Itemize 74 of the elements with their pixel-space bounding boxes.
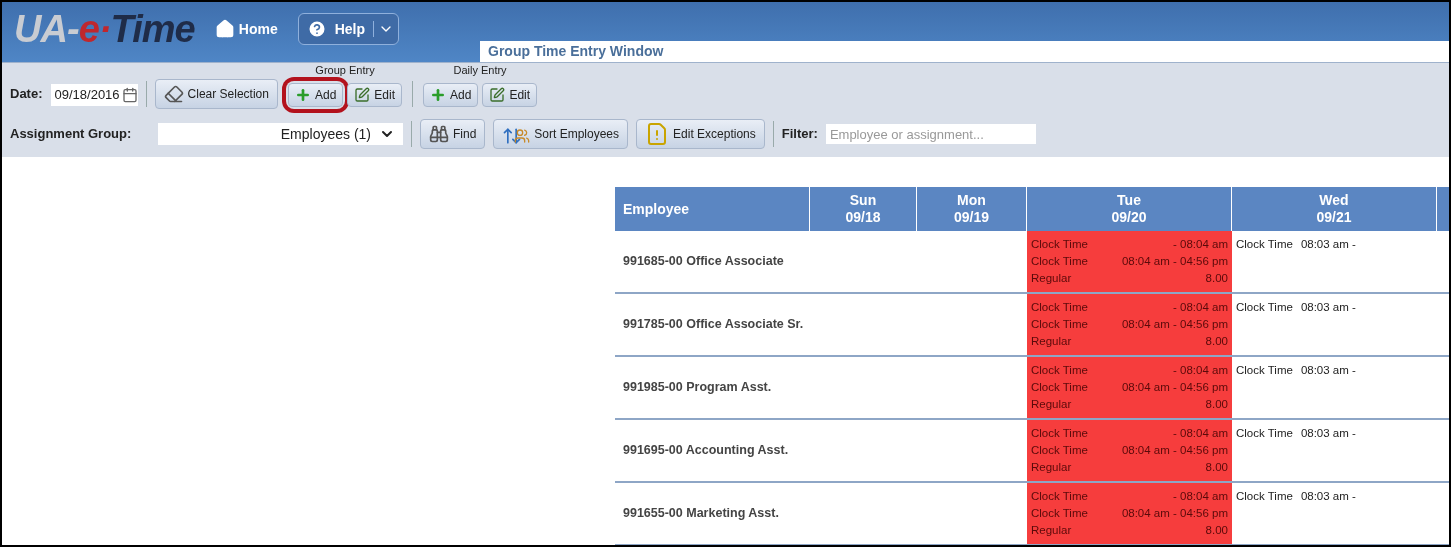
entry-label: Regular: [1031, 523, 1072, 538]
home-link[interactable]: Home: [214, 18, 278, 40]
entry-label: Clock Time: [1236, 300, 1293, 315]
entry-label: Clock Time: [1236, 363, 1293, 378]
entry-value: - 08:04 am: [1173, 489, 1228, 504]
entry-label: Regular: [1031, 334, 1072, 349]
entry-label: Clock Time: [1031, 506, 1088, 521]
home-icon: [214, 19, 235, 39]
entry-label: Clock Time: [1031, 237, 1088, 252]
group-label: Daily Entry: [453, 65, 507, 76]
entry-label: Clock Time: [1236, 426, 1293, 441]
find-button[interactable]: Find: [420, 119, 486, 149]
entry-value: 08:03 am -: [1300, 426, 1356, 441]
entry-label: Clock Time: [1031, 317, 1088, 332]
add-button[interactable]: Add: [423, 83, 479, 107]
entry-value: 08:04 am - 04:56 pm: [1121, 506, 1228, 521]
entry-label: Clock Time: [1236, 489, 1293, 504]
plus-icon: [430, 87, 446, 103]
entry-label: Regular: [1031, 271, 1072, 286]
entry-value: 08:03 am -: [1300, 489, 1356, 504]
group-label: Group Entry: [315, 65, 375, 76]
entry-value: 8.00: [1205, 523, 1228, 538]
sort-button[interactable]: Sort Employees: [493, 119, 629, 149]
add-button[interactable]: Add: [287, 83, 344, 107]
entry-value: - 08:04 am: [1173, 237, 1228, 252]
edit-button[interactable]: Edit: [347, 83, 402, 107]
exceptions-button[interactable]: Edit Exceptions: [636, 119, 765, 149]
column-header: Employee: [615, 187, 810, 231]
date-field[interactable]: 09/18/2016: [50, 84, 138, 106]
entry-label: Clock Time: [1031, 363, 1088, 378]
entry-value: 8.00: [1205, 460, 1228, 475]
calendar-icon: [121, 87, 138, 103]
assignment-group-label: Assignment Group:: [10, 125, 133, 144]
entry-value: 08:03 am -: [1300, 363, 1356, 378]
entry-value: - 08:04 am: [1173, 300, 1228, 315]
logo: UA-e·Time: [14, 10, 195, 48]
entry-value: 8.00: [1205, 334, 1228, 349]
employee-cell-text: 991685-00 Office Associate: [622, 253, 785, 271]
entry-label: Clock Time: [1031, 254, 1088, 269]
entry-value: 8.00: [1205, 397, 1228, 412]
clear-selection-button[interactable]: Clear Selection: [154, 79, 278, 109]
entry-value: - 08:04 am: [1173, 363, 1228, 378]
filter-label: Filter:: [781, 125, 818, 144]
employee-cell-text: 991985-00 Program Asst.: [622, 379, 773, 397]
filter-field[interactable]: Employee or assignment...: [825, 124, 1036, 144]
entry-label: Clock Time: [1236, 237, 1293, 252]
entry-value: 08:04 am - 04:56 pm: [1121, 254, 1228, 269]
binoculars-icon: [429, 124, 449, 144]
entry-label: Clock Time: [1031, 443, 1088, 458]
entry-label: Clock Time: [1031, 489, 1088, 504]
assignment-group-select[interactable]: Employees (1): [158, 123, 403, 145]
employee-cell-text: 991655-00 Marketing Asst.: [622, 505, 780, 523]
pencil-icon: [489, 87, 506, 103]
date-label: Date:: [10, 84, 43, 103]
entry-value: 08:04 am - 04:56 pm: [1121, 443, 1228, 458]
entry-value: - 08:04 am: [1173, 426, 1228, 441]
entry-value: 08:03 am -: [1300, 300, 1356, 315]
plus-icon: [294, 87, 311, 103]
help-icon: [306, 19, 327, 39]
entry-label: Regular: [1031, 460, 1072, 475]
edit-button[interactable]: Edit: [482, 83, 538, 107]
entry-value: 08:04 am - 04:56 pm: [1121, 317, 1228, 332]
entry-label: Clock Time: [1031, 300, 1088, 315]
pencil-icon: [354, 87, 371, 103]
entry-value: 08:04 am - 04:56 pm: [1121, 380, 1228, 395]
entry-label: Regular: [1031, 397, 1072, 412]
employee-cell-text: 991785-00 Office Associate Sr.: [622, 316, 805, 334]
entry-label: Clock Time: [1031, 426, 1088, 441]
entry-value: 08:03 am -: [1300, 237, 1356, 252]
employee-cell-text: 991695-00 Accounting Asst.: [622, 442, 790, 460]
help-button[interactable]: Help: [297, 13, 400, 45]
entry-value: 8.00: [1205, 271, 1228, 286]
eraser-icon: [163, 84, 184, 104]
entry-label: Clock Time: [1031, 380, 1088, 395]
